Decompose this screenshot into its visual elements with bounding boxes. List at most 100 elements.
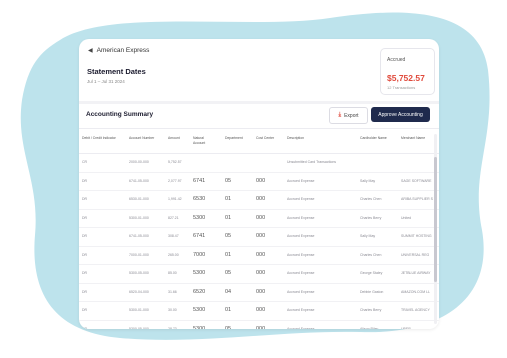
cell-indicator: CR [82,160,88,164]
statement-dates: Jul 1 – Jul 31 2024 [87,79,125,84]
accounting-summary-title: Accounting Summary [86,111,154,118]
cell-indicator: DR [82,308,88,312]
header-department: Department [225,136,243,140]
cell-merchant: AMAZON.COM LL [401,289,430,294]
accrued-summary: Accrued $5,752.57 12 Transactions [380,48,435,95]
cell-cardholder: George Staley [360,271,383,275]
cell-amount: 5,752.57 [168,160,182,164]
export-button[interactable]: ⤓ Export [329,107,368,124]
table-row[interactable]: DR 6530-01-000 1,991.42 6530 01 000 Accrued Ex… [79,191,439,210]
cell-amount: 1,991.42 [168,197,182,201]
accrued-amount: $5,752.57 [387,73,425,83]
cell-natural: 7000 [193,251,206,258]
cell-description: Accrued Expense [287,215,315,220]
cell-cost-center: 000 [256,325,266,330]
table-row[interactable]: DR 7000-01-000 265.00 7000 01 000 Accrued Expe… [79,247,439,265]
export-label: Export [344,112,359,119]
statement-card: ◀ American Express Statement Dates Jul 1… [79,39,439,329]
cell-department: 01 [225,214,232,221]
header-description: Description [287,136,304,140]
cell-description: Accrued Expense [287,178,315,183]
cell-merchant: SAGE SOFTWARE [401,178,432,183]
cell-account: 6741-05-000 [129,178,149,183]
table-row[interactable]: DR 5300-01-000 30.00 5300 01 000 Accrued Expen… [79,302,439,321]
table-scrollbar-thumb[interactable] [434,157,437,282]
section-divider [79,101,439,104]
table-row[interactable]: DR 6741-05-000 308.47 6741 05 000 Accrued Expe… [79,228,439,247]
cell-description: Accrued Expense [287,326,315,330]
cell-department: 05 [225,233,232,239]
cell-amount: 2,077.97 [168,178,182,183]
header-cost-center: Cost Center [256,136,275,140]
cell-cardholder: Alison Riley [360,326,379,330]
cell-account: 7000-01-000 [129,252,149,257]
table-row[interactable]: CR 2000-00-000 5,752.57 Unsubmitted Card Tr… [79,154,439,173]
cell-amount: 31.66 [168,289,177,294]
cell-indicator: DR [82,271,88,275]
cell-account: 5300-01-000 [129,215,149,220]
cell-department: 01 [225,196,232,202]
cell-description: Accrued Expense [287,234,315,238]
header-indicator: Debit / Credit Indicator [82,136,116,140]
cell-account: 5300-05-000 [129,326,149,330]
table-row[interactable]: DR 5300-05-000 85.00 5300 05 000 Accrued Expen… [79,265,439,284]
cell-cardholder: Sally May [360,234,376,238]
cell-merchant: UNIVERSAL REG [401,252,430,257]
cell-merchant: ARIBA SUPPLIER S [401,197,433,201]
header-natural-account: Natural Account [193,136,206,145]
cell-merchant: TRAVEL AGENCY [401,308,430,312]
download-icon: ⤓ [338,112,342,118]
table-header: Debit / Credit Indicator Account Number … [79,129,439,154]
header-merchant-name: Merchant Name [401,136,426,140]
cell-cost-center: 000 [256,251,266,258]
cell-merchant: SUMMIT HOSTING [401,234,432,238]
accrued-transaction-count: 12 Transactions [387,85,416,90]
cell-description: Accrued Expense [287,252,315,257]
table-row[interactable]: DR 6520-04-000 31.66 6520 04 000 Accrued Expen… [79,284,439,302]
cell-natural: 6741 [193,177,206,184]
back-link[interactable]: ◀ American Express [88,47,149,54]
cell-cost-center: 000 [256,214,266,221]
approve-accounting-button[interactable]: Approve Accounting [371,107,430,122]
cell-natural: 5300 [193,325,206,330]
cell-indicator: DR [82,326,88,330]
accrued-label: Accrued [387,57,406,63]
cell-description: Accrued Expense [287,197,315,201]
accounting-table: Debit / Credit Indicator Account Number … [79,128,439,329]
cell-account: 5300-05-000 [129,271,149,275]
chevron-left-icon: ◀ [88,48,93,54]
cell-department: 01 [225,251,232,258]
cell-department: 01 [225,307,232,313]
table-row[interactable]: DR 5300-05-000 28.73 5300 05 000 Accrued Expen… [79,321,439,330]
cell-account: 6520-04-000 [129,289,149,294]
cell-description: Unsubmitted Card Transactions [287,160,337,164]
cell-natural: 6530 [193,196,206,202]
table-row[interactable]: DR 6741-05-000 2,077.97 6741 05 000 Accrued Ex… [79,173,439,191]
statement-title: Statement Dates [87,67,146,76]
cell-merchant: JETBLUE AIRWAY [401,271,431,275]
cell-natural: 6741 [193,233,206,239]
cell-description: Accrued Expense [287,289,315,294]
cell-cardholder: Debbie Gaston [360,289,384,294]
cell-description: Accrued Expense [287,271,315,275]
cell-amount: 265.00 [168,252,179,257]
cell-indicator: DR [82,234,88,238]
cell-merchant: United [401,215,412,220]
back-link-label: American Express [96,47,150,54]
cell-cardholder: Charles Chen [360,252,382,257]
table-row[interactable]: DR 5300-01-000 827.21 5300 01 000 Accrued Expe… [79,210,439,228]
cell-amount: 28.73 [168,326,177,330]
cell-indicator: DR [82,252,88,257]
cell-natural: 5300 [193,307,206,313]
cell-cost-center: 000 [256,196,266,202]
header-account-number: Account Number [129,136,155,140]
cell-account: 6530-01-000 [129,197,149,201]
cell-amount: 308.47 [168,234,179,238]
cell-department: 05 [225,325,232,330]
cell-cost-center: 000 [256,233,266,239]
cell-amount: 85.00 [168,271,177,275]
cell-account: 2000-00-000 [129,160,149,164]
cell-cardholder: Sally May [360,178,376,183]
cell-cost-center: 000 [256,307,266,313]
cell-cardholder: Charles Chen [360,197,382,201]
